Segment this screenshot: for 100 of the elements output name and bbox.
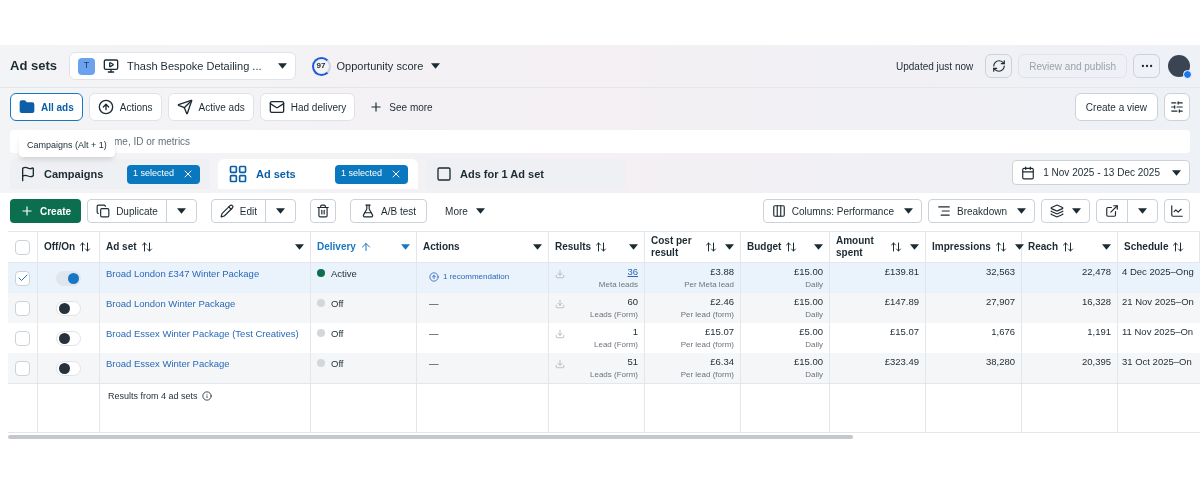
toggle-switch[interactable] bbox=[56, 330, 81, 346]
caret-icon bbox=[1072, 208, 1081, 214]
column-header[interactable]: Cost per result bbox=[645, 232, 741, 262]
ad-set-link[interactable]: Broad Essex Winter Package bbox=[106, 358, 230, 369]
cost-value: £3.88 bbox=[710, 265, 734, 279]
toggle-switch[interactable] bbox=[56, 300, 81, 316]
mail-icon bbox=[268, 99, 285, 115]
account-selector[interactable]: T Thash Bespoke Detailing ... bbox=[68, 52, 296, 80]
ad-set-link[interactable]: Broad London Winter Package bbox=[106, 298, 236, 309]
calendar-icon bbox=[1021, 165, 1036, 180]
column-header[interactable]: Reach bbox=[1022, 232, 1118, 262]
sort-icon[interactable] bbox=[79, 241, 92, 253]
caret-icon bbox=[533, 244, 542, 250]
row-checkbox[interactable] bbox=[15, 270, 30, 286]
cost-type: Per lead (form) bbox=[680, 339, 734, 352]
settings-button[interactable] bbox=[1164, 93, 1190, 121]
results-value: 60 bbox=[627, 295, 638, 309]
column-header[interactable]: Schedule bbox=[1118, 232, 1200, 262]
pencil-icon bbox=[219, 204, 234, 218]
filter-tab[interactable]: Active ads bbox=[167, 93, 254, 121]
filter-tab[interactable]: All ads bbox=[10, 93, 83, 121]
reach-value: 16,328 bbox=[1081, 296, 1111, 307]
amount-spent: £147.89 bbox=[884, 296, 919, 307]
columns-dropdown[interactable]: Columns: Performance bbox=[762, 199, 922, 223]
row-checkbox[interactable] bbox=[15, 360, 30, 376]
close-icon[interactable] bbox=[182, 168, 194, 180]
schedule-value: 21 Nov 2025–On bbox=[1122, 296, 1194, 307]
cost-type: Per lead (form) bbox=[680, 369, 734, 382]
see-more-button[interactable]: See more bbox=[361, 99, 441, 115]
cost-value: £2.46 bbox=[710, 295, 734, 309]
level-tab[interactable]: Ad sets 1 selected bbox=[218, 159, 418, 189]
sort-icon[interactable] bbox=[595, 241, 608, 253]
selection-badge[interactable]: 1 selected bbox=[334, 164, 408, 184]
column-header[interactable]: Impressions bbox=[926, 232, 1022, 262]
schedule-value: 11 Nov 2025–On bbox=[1122, 326, 1194, 337]
chart-icon bbox=[1170, 204, 1184, 218]
columns-icon bbox=[771, 204, 786, 218]
column-header[interactable]: Results bbox=[549, 232, 645, 262]
avatar[interactable] bbox=[1168, 55, 1190, 77]
impressions-value: 38,280 bbox=[985, 356, 1015, 367]
column-header[interactable]: Ad set bbox=[100, 232, 311, 262]
column-header[interactable]: Actions bbox=[417, 232, 549, 262]
flask-icon bbox=[361, 204, 376, 218]
create-view-button[interactable]: Create a view bbox=[1074, 93, 1158, 121]
column-header[interactable]: Off/On bbox=[38, 232, 100, 262]
level-tab[interactable]: Campaigns 1 selected bbox=[10, 159, 210, 189]
select-all-checkbox[interactable] bbox=[15, 239, 30, 255]
filter-tab[interactable]: Had delivery bbox=[259, 93, 356, 121]
ab-test-button[interactable]: A/B test bbox=[350, 199, 428, 223]
opportunity-score-dropdown[interactable]: Opportunity score bbox=[336, 57, 441, 75]
sort-icon[interactable] bbox=[994, 241, 1007, 253]
close-icon[interactable] bbox=[390, 168, 402, 180]
window-icon bbox=[436, 166, 452, 182]
filter-tab[interactable]: Actions bbox=[88, 93, 162, 121]
date-range-picker[interactable]: 1 Nov 2025 - 13 Dec 2025 bbox=[1012, 160, 1190, 185]
results-type: Meta leads bbox=[598, 279, 638, 292]
caret-icon bbox=[176, 208, 186, 214]
results-summary: Results from 4 ad sets bbox=[108, 390, 198, 403]
level-tab[interactable]: Ads for 1 Ad set bbox=[426, 159, 626, 189]
breakdown-dropdown[interactable]: Breakdown bbox=[927, 199, 1035, 223]
sort-icon[interactable] bbox=[785, 241, 798, 253]
chart-button[interactable] bbox=[1164, 199, 1190, 223]
budget-value: £15.00 bbox=[793, 355, 823, 369]
sort-icon[interactable] bbox=[890, 241, 902, 253]
delete-button[interactable] bbox=[310, 199, 337, 223]
info-icon bbox=[201, 391, 212, 401]
budget-period: Daily bbox=[805, 339, 823, 352]
trash-icon bbox=[316, 204, 331, 218]
create-button[interactable]: Create bbox=[10, 199, 82, 223]
amount-spent: £139.81 bbox=[884, 266, 919, 277]
horizontal-scrollbar[interactable] bbox=[8, 435, 853, 439]
sort-icon[interactable] bbox=[1172, 241, 1185, 253]
tooltip: Campaigns (Alt + 1) bbox=[19, 135, 115, 157]
delivery-status: Active bbox=[331, 267, 357, 281]
cost-type: Per lead (form) bbox=[680, 309, 734, 322]
refresh-button[interactable] bbox=[985, 54, 1013, 78]
sort-icon[interactable] bbox=[705, 241, 717, 253]
delivery-status: Off bbox=[331, 327, 344, 341]
column-header[interactable]: Amount spent bbox=[830, 232, 926, 262]
toggle-switch[interactable] bbox=[56, 360, 81, 376]
recommendation-link[interactable]: 1 recommendation bbox=[429, 271, 536, 283]
column-header[interactable]: Delivery bbox=[311, 232, 417, 262]
column-header[interactable]: Budget bbox=[741, 232, 830, 262]
more-dropdown[interactable]: More bbox=[433, 203, 497, 219]
row-checkbox[interactable] bbox=[15, 300, 30, 316]
ad-set-link[interactable]: Broad London £347 Winter Package bbox=[106, 268, 260, 279]
reports-dropdown[interactable] bbox=[1041, 199, 1090, 223]
sort-icon[interactable] bbox=[1062, 241, 1074, 253]
row-checkbox[interactable] bbox=[15, 330, 30, 346]
toggle-switch[interactable] bbox=[56, 270, 81, 286]
selection-badge[interactable]: 1 selected bbox=[126, 164, 200, 184]
download-icon bbox=[555, 329, 565, 339]
budget-value: £5.00 bbox=[799, 325, 823, 339]
results-value[interactable]: 36 bbox=[627, 265, 638, 280]
sort-icon[interactable] bbox=[140, 241, 153, 253]
caret-icon bbox=[814, 244, 823, 250]
caret-icon bbox=[475, 208, 485, 214]
ad-set-link[interactable]: Broad Essex Winter Package (Test Creatives) bbox=[106, 328, 299, 339]
reach-value: 22,478 bbox=[1081, 266, 1111, 277]
flag-icon bbox=[20, 166, 36, 182]
